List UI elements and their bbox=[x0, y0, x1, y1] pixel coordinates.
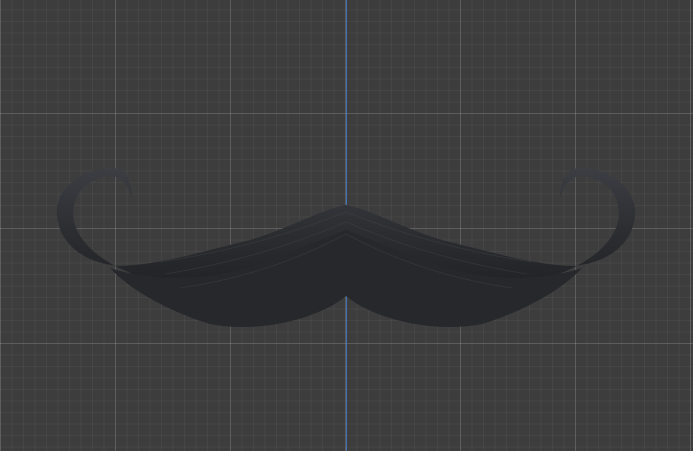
mustache-mesh[interactable] bbox=[0, 0, 693, 451]
3d-viewport[interactable] bbox=[0, 0, 693, 451]
mustache-body-lower bbox=[110, 230, 582, 328]
